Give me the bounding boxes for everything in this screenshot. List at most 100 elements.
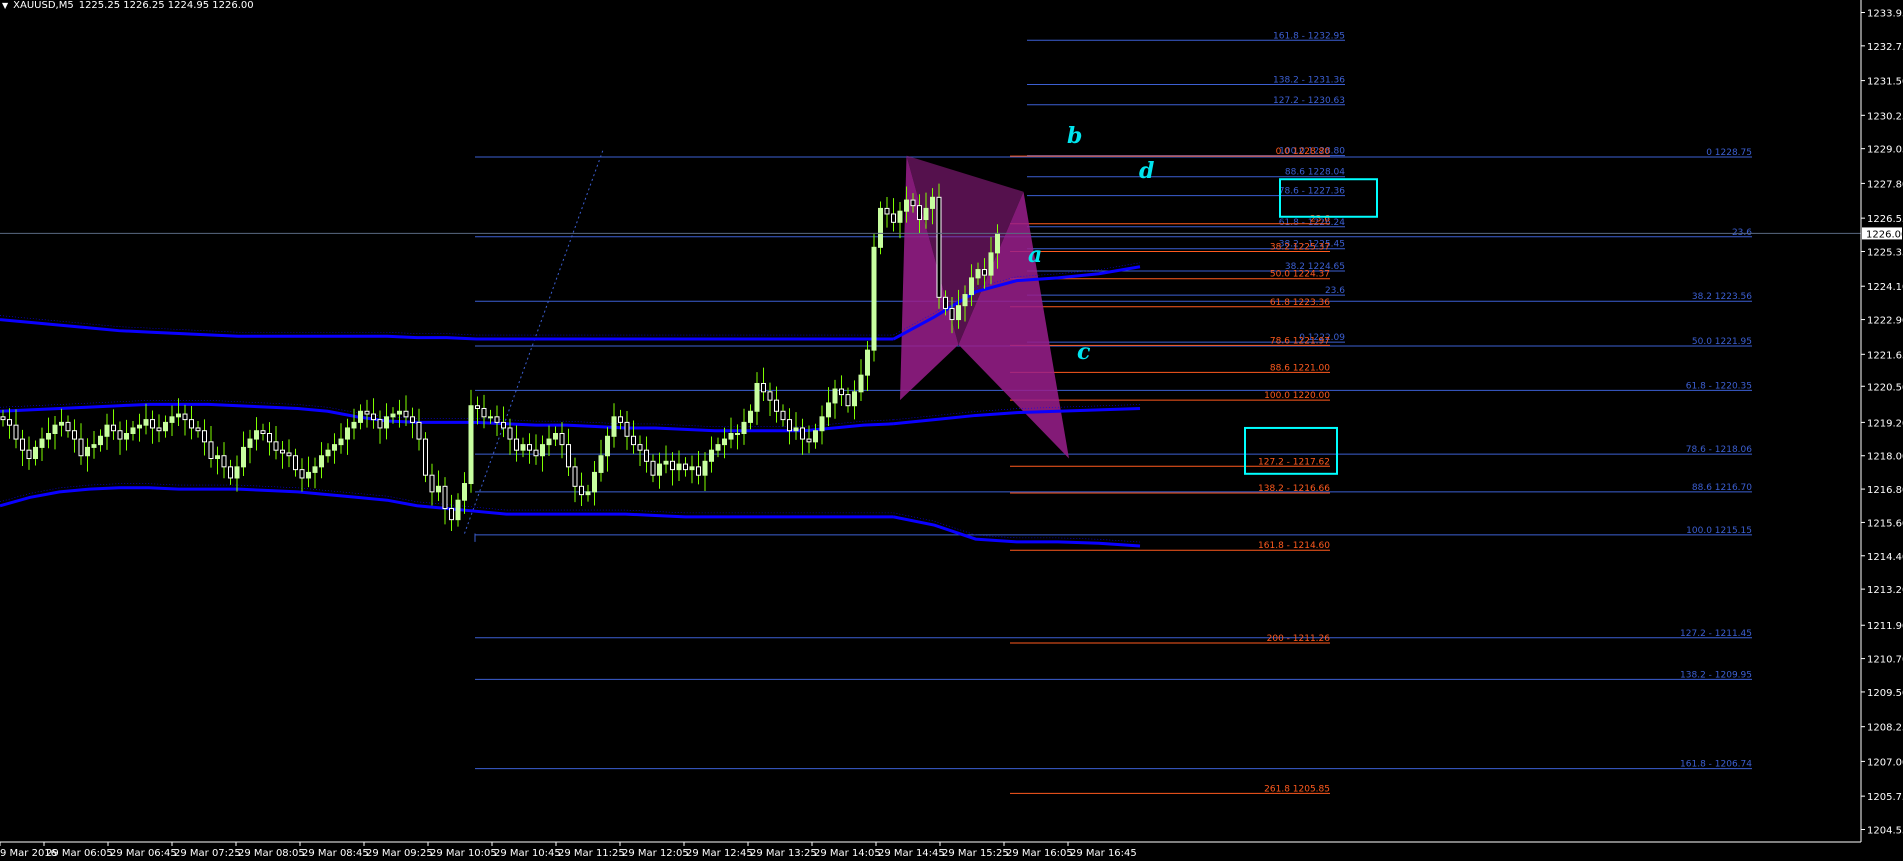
candle-body (858, 374, 864, 393)
candle-body (676, 463, 682, 471)
candle-body (215, 455, 220, 460)
candle-body (975, 269, 981, 279)
time-tick-label: 29 Mar 10:45 (494, 848, 561, 859)
candle-body (910, 199, 916, 207)
candle-body (702, 460, 708, 476)
price-tick-label: 1219.20 (1867, 418, 1903, 429)
candle-body (761, 382, 766, 393)
candle-body (728, 433, 734, 440)
candle-body (800, 427, 805, 440)
candle-body (371, 413, 376, 421)
candle-body (767, 391, 773, 401)
candle-body (182, 413, 188, 421)
price-tick-label: 1207.00 (1867, 757, 1903, 768)
fib-label: 138.2 - 1231.36 (1273, 75, 1345, 85)
candlesticks (0, 183, 1000, 532)
candle-body (65, 421, 71, 432)
fibonacci-levels: 0 1228.75 23.6 38.2 1223.56 50.0 1221.95 61.… (464, 31, 1752, 794)
price-tick-label: 1222.90 (1867, 316, 1903, 327)
candle-body (878, 207, 883, 248)
candle-body (449, 508, 454, 521)
candle-body (72, 430, 77, 440)
price-tick-label: 1233.95 (1867, 9, 1903, 20)
candle-body (436, 485, 441, 493)
fib-label: 261.8 1205.85 (1264, 784, 1330, 794)
fib-label: 61.8 1223.36 (1270, 298, 1330, 308)
candle-body (468, 405, 474, 485)
time-axis: 9 Mar 201629 Mar 06:0529 Mar 06:4529 Mar… (0, 841, 1861, 859)
candle-body (91, 444, 97, 448)
candle-body (117, 430, 123, 440)
fib-label: 78.6 - 1227.36 (1279, 187, 1345, 197)
candle-body (111, 424, 116, 432)
candle-body (332, 444, 337, 451)
candle-body (351, 421, 357, 429)
time-tick-label: 29 Mar 14:45 (878, 848, 945, 859)
candle-body (813, 430, 818, 443)
candle-body (228, 466, 233, 479)
fib-label: 127.2 - 1230.63 (1273, 96, 1345, 106)
candle-body (592, 471, 597, 493)
candle-body (494, 416, 500, 423)
candle-body (338, 438, 344, 446)
wave-label-a: a (1028, 242, 1042, 268)
candle-body (540, 444, 545, 457)
candle-body (358, 410, 363, 423)
fib-label: 138.2 - 1216.66 (1258, 484, 1330, 494)
price-tick-label: 1221.65 (1867, 350, 1903, 361)
candle-body (962, 294, 968, 307)
price-tick-label: 1210.70 (1867, 655, 1903, 666)
target-box-upper (1279, 178, 1378, 218)
candle-body (403, 410, 409, 418)
candle-body (904, 199, 909, 212)
fib-label: 0.0 1228.80 (1276, 147, 1331, 157)
candle-body (774, 399, 779, 412)
candle-body (943, 296, 948, 309)
wave-label-b: b (1067, 123, 1082, 149)
fib-label: 38.2 1223.56 (1692, 292, 1752, 302)
price-chart[interactable]: 0 1228.75 23.6 38.2 1223.56 50.0 1221.95 61.… (0, 0, 1903, 861)
fib-label: 161.8 - 1214.60 (1258, 541, 1330, 551)
ma-upper (0, 318, 894, 341)
candle-body (566, 444, 571, 468)
candle-body (13, 424, 19, 440)
candle-body (312, 466, 318, 473)
candle-body (696, 466, 701, 476)
fib-label: 38.2 1225.37 (1270, 242, 1330, 252)
candle-body (735, 433, 740, 436)
candle-body (891, 213, 896, 223)
ma-middle-tail (893, 406, 1141, 426)
candle-body (995, 232, 1000, 254)
candle-body (631, 435, 636, 446)
time-tick-label: 29 Mar 15:25 (942, 848, 1009, 859)
candle-body (514, 438, 519, 451)
candle-body (930, 196, 935, 209)
candle-body (650, 460, 656, 476)
fib-label: 61.8 - 1220.35 (1686, 381, 1752, 391)
time-tick-label: 29 Mar 11:25 (558, 848, 625, 859)
candle-body (605, 435, 610, 457)
candle-body (410, 416, 415, 423)
candle-body (85, 446, 90, 457)
candle-body (546, 438, 552, 446)
candle-body (754, 382, 760, 412)
price-tick-label: 1208.25 (1867, 723, 1903, 734)
candle-body (299, 469, 305, 479)
candle-body (234, 466, 240, 479)
candle-body (462, 483, 467, 501)
candle-body (221, 455, 227, 468)
candle-body (520, 444, 526, 451)
candle-body (611, 416, 617, 437)
wave-label-c: c (1077, 339, 1091, 365)
candle-body (865, 349, 870, 376)
candle-body (956, 305, 961, 321)
current-price-label: 1226.00 (1866, 229, 1903, 240)
price-tick-label: 1232.75 (1867, 42, 1903, 53)
time-tick-label: 29 Mar 07:25 (174, 848, 241, 859)
time-tick-label: 29 Mar 12:05 (622, 848, 689, 859)
price-tick-label: 1211.90 (1867, 621, 1903, 632)
candle-body (481, 407, 487, 418)
time-tick-label: 29 Mar 09:25 (366, 848, 433, 859)
candle-body (741, 421, 747, 435)
candle-body (657, 463, 662, 476)
